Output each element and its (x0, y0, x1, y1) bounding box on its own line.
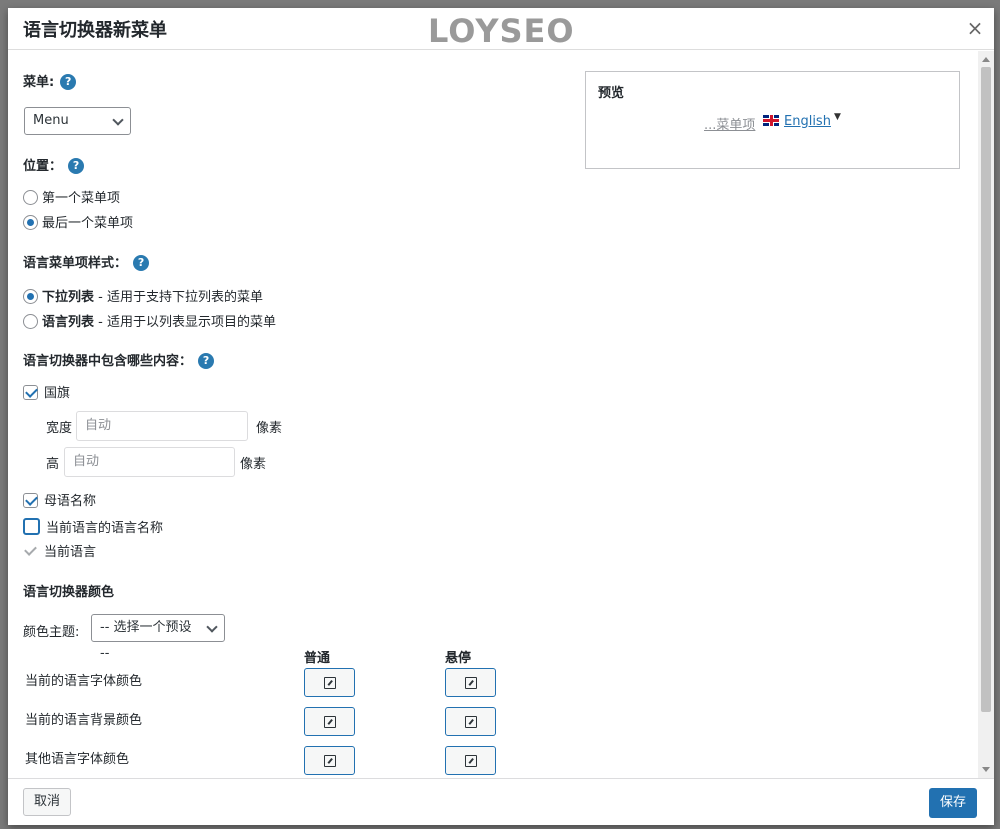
height-input[interactable]: 自动 (64, 447, 235, 477)
dialog-footer: 取消 保存 (8, 778, 994, 825)
radio-first-item[interactable] (23, 190, 38, 205)
help-icon[interactable]: ? (133, 255, 150, 271)
flag-label: 国旗 (44, 386, 71, 401)
watermark-logo: LOYSEO (428, 12, 575, 50)
style-option-dropdown[interactable]: 下拉列表 - 适用于支持下拉列表的菜单 (23, 289, 263, 307)
help-icon[interactable]: ? (60, 74, 77, 90)
color-row-label: 当前的语言字体颜色 (25, 674, 143, 689)
preview-menu-item[interactable]: ...菜单项 (704, 114, 755, 133)
current-lang-name-checkbox[interactable] (23, 518, 40, 535)
style-label: 语言菜单项样式：? (23, 252, 150, 271)
dialog-title: 语言切换器新菜单 (23, 20, 167, 41)
content-label-text: 语言切换器中包含哪些内容： (23, 354, 193, 369)
edit-icon (324, 755, 336, 767)
style-option-name: 语言列表 (42, 315, 95, 330)
color-picker-button[interactable] (304, 746, 355, 775)
menu-label-text: 菜单: (23, 75, 55, 90)
preview-title: 预览 (598, 86, 625, 101)
native-name-label: 母语名称 (44, 494, 97, 509)
edit-icon (324, 677, 336, 689)
color-picker-button[interactable] (445, 668, 496, 697)
menu-select-value: Menu (33, 113, 69, 128)
style-option-desc: - 适用于以列表显示项目的菜单 (94, 315, 276, 330)
uk-flag-icon (763, 115, 779, 126)
radio-last-item[interactable] (23, 215, 38, 230)
colors-label: 语言切换器颜色 (23, 585, 115, 600)
edit-icon (465, 716, 477, 728)
language-switcher-dialog: 语言切换器新菜单 LOYSEO × 菜单:? Menu 位置：? 第一个菜单项 … (8, 8, 994, 825)
current-lang-name-option[interactable]: 当前语言的语言名称 (23, 518, 163, 536)
save-button[interactable]: 保存 (928, 788, 977, 818)
position-label-text: 位置： (23, 159, 63, 174)
scrollbar[interactable] (978, 51, 994, 778)
content-label: 语言切换器中包含哪些内容：? (23, 350, 215, 369)
preview-panel: 预览 ...菜单项 English ▼ (585, 71, 960, 169)
native-name-option[interactable]: 母语名称 (23, 493, 96, 511)
theme-select[interactable]: -- 选择一个预设 -- (91, 614, 225, 661)
scrollbar-thumb[interactable] (981, 67, 991, 712)
flag-checkbox[interactable] (23, 385, 38, 400)
theme-label: 颜色主题: (23, 625, 80, 640)
help-icon[interactable]: ? (198, 353, 215, 369)
position-option-first[interactable]: 第一个菜单项 (23, 190, 120, 208)
current-lang-option: 当前语言 (23, 544, 96, 562)
chevron-down-icon (112, 114, 124, 126)
preview-language-label: English (784, 114, 831, 129)
position-label: 位置：? (23, 155, 85, 174)
height-label: 高 (46, 457, 60, 472)
menu-label: 菜单:? (23, 71, 77, 90)
preview-language-link[interactable]: English (763, 114, 831, 129)
dialog-content: 菜单:? Menu 位置：? 第一个菜单项 最后一个菜单项 语言菜单项样式：? … (8, 51, 978, 778)
style-label-text: 语言菜单项样式： (23, 256, 128, 271)
flag-option[interactable]: 国旗 (23, 385, 70, 403)
menu-select[interactable]: Menu (24, 107, 131, 135)
style-option-desc: - 适用于支持下拉列表的菜单 (94, 290, 263, 305)
edit-icon (324, 716, 336, 728)
edit-icon (465, 677, 477, 689)
color-picker-button[interactable] (445, 746, 496, 775)
radio-list[interactable] (23, 314, 38, 329)
color-picker-button[interactable] (304, 668, 355, 697)
col-normal: 普通 (304, 651, 331, 666)
col-hover: 悬停 (445, 651, 472, 666)
style-option-name: 下拉列表 (42, 290, 95, 305)
current-lang-checkbox (23, 544, 38, 559)
current-lang-label: 当前语言 (44, 545, 97, 560)
scroll-up-icon[interactable] (982, 57, 990, 62)
radio-dropdown[interactable] (23, 289, 38, 304)
color-picker-button[interactable] (445, 707, 496, 736)
position-option-label: 最后一个菜单项 (42, 216, 134, 231)
position-option-label: 第一个菜单项 (42, 191, 121, 206)
height-unit: 像素 (240, 457, 267, 472)
help-icon[interactable]: ? (68, 158, 85, 174)
style-option-list[interactable]: 语言列表 - 适用于以列表显示项目的菜单 (23, 314, 276, 332)
color-picker-button[interactable] (304, 707, 355, 736)
scroll-down-icon[interactable] (982, 767, 990, 772)
native-name-checkbox[interactable] (23, 493, 38, 508)
current-lang-name-label: 当前语言的语言名称 (46, 521, 164, 536)
width-label: 宽度 (46, 421, 73, 436)
color-row-label: 其他语言字体颜色 (25, 752, 130, 767)
cancel-button[interactable]: 取消 (23, 788, 72, 816)
close-icon[interactable]: × (964, 18, 986, 40)
color-row-label: 当前的语言背景颜色 (25, 713, 143, 728)
caret-down-icon: ▼ (834, 112, 841, 122)
edit-icon (465, 755, 477, 767)
width-input[interactable]: 自动 (76, 411, 248, 441)
chevron-down-icon (206, 621, 218, 633)
width-unit: 像素 (256, 421, 283, 436)
dialog-header: 语言切换器新菜单 LOYSEO × (8, 8, 994, 50)
position-option-last[interactable]: 最后一个菜单项 (23, 215, 133, 233)
theme-select-value: -- 选择一个预设 -- (100, 620, 192, 661)
